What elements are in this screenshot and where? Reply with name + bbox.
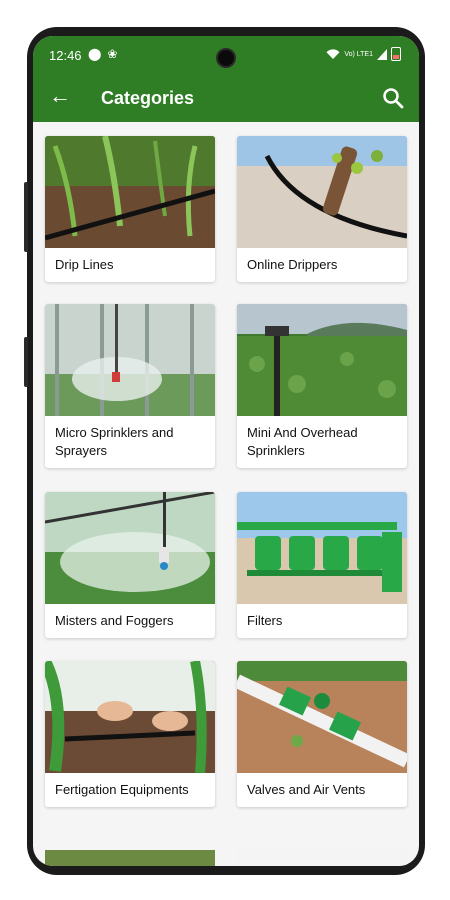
drip-lines-image [45, 136, 215, 248]
category-label: Mini And Overhead Sprinklers [247, 425, 358, 458]
front-camera [216, 48, 236, 68]
search-icon[interactable] [381, 86, 405, 110]
category-card-drip-lines[interactable]: Drip Lines [45, 136, 215, 282]
app-bar: ← Categories [33, 74, 419, 122]
micro-sprinklers-image [45, 304, 215, 416]
valves-air-vents-image [237, 661, 407, 773]
category-card-valves-air-vents[interactable]: Valves and Air Vents [237, 661, 407, 807]
status-right-icons: Vo) LTE1 [326, 47, 401, 61]
category-card-filters[interactable]: Filters [237, 492, 407, 638]
online-drippers-image [237, 136, 407, 248]
signal-icon [377, 48, 387, 60]
screen: 12:46 ⬤ ❀ Vo) LTE1 ← Categories Drip Lin… [33, 36, 419, 866]
category-label: Micro Sprinklers and Sprayers [55, 425, 174, 458]
fertigation-image [45, 661, 215, 773]
category-label: Filters [247, 613, 283, 628]
filters-image [237, 492, 407, 604]
category-card-online-drippers[interactable]: Online Drippers [237, 136, 407, 282]
category-label: Drip Lines [55, 257, 114, 272]
category-label: Online Drippers [247, 257, 338, 272]
category-card-mini-overhead-sprinklers[interactable]: Mini And Overhead Sprinklers [237, 304, 407, 468]
network-label: Vo) LTE1 [344, 50, 373, 58]
category-card-misters-foggers[interactable]: Misters and Foggers [45, 492, 215, 638]
volume-button [24, 182, 28, 252]
next-card-peek-left [45, 850, 215, 866]
page-title: Categories [101, 88, 195, 108]
misters-foggers-image [45, 492, 215, 604]
back-arrow-icon[interactable]: ← [49, 85, 71, 107]
power-button [24, 337, 28, 387]
wifi-icon [326, 48, 340, 59]
mini-overhead-sprinklers-image [237, 304, 407, 416]
category-label: Valves and Air Vents [247, 782, 366, 797]
category-card-micro-sprinklers[interactable]: Micro Sprinklers and Sprayers [45, 304, 215, 468]
category-label: Misters and Foggers [55, 613, 174, 628]
status-bar: 12:46 ⬤ ❀ Vo) LTE1 [33, 36, 419, 74]
battery-icon [391, 47, 401, 61]
next-card-peek-right [237, 850, 407, 866]
notification-icons: ⬤ ❀ [88, 47, 118, 61]
status-time: 12:46 [49, 48, 82, 63]
category-label: Fertigation Equipments [55, 782, 189, 797]
category-card-fertigation[interactable]: Fertigation Equipments [45, 661, 215, 807]
